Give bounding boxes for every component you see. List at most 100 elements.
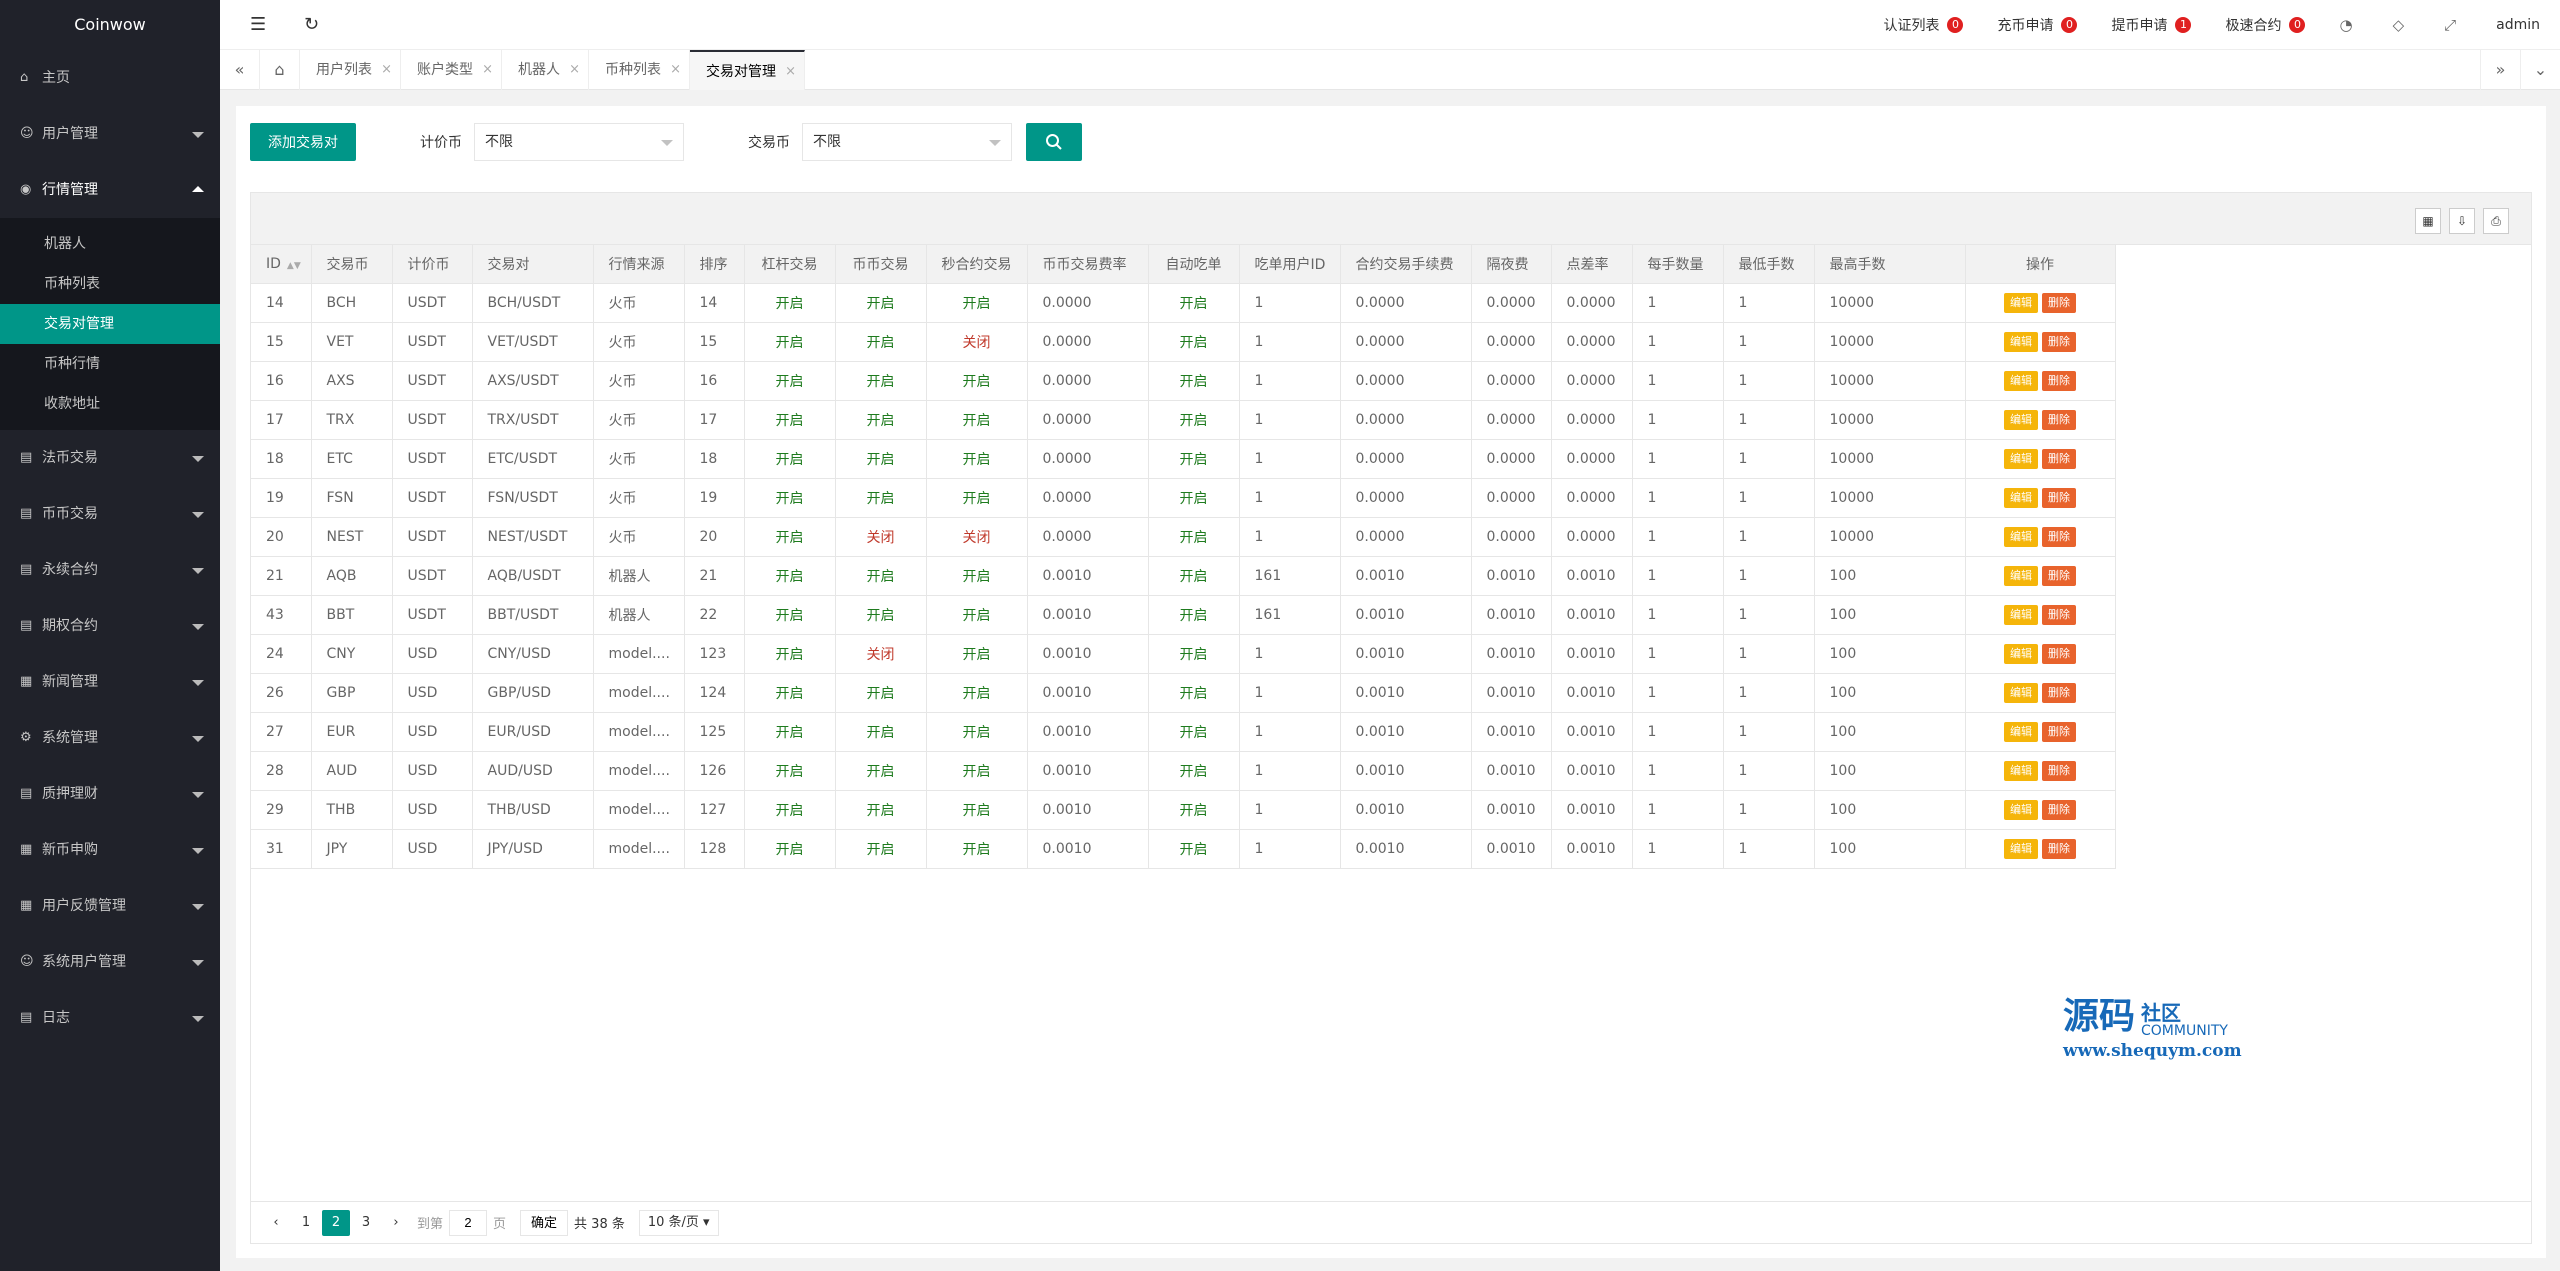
sidebar-item[interactable]: ▤ 期权合约 [0, 598, 220, 654]
columns-filter-icon[interactable]: ▦ [2415, 208, 2441, 234]
sidebar-item[interactable]: ☺ 用户管理 [0, 106, 220, 162]
edit-button[interactable]: 编辑 [2004, 409, 2038, 430]
header-link[interactable]: 极速合约 0 [2225, 15, 2306, 35]
sidebar-subitem[interactable]: 机器人 [0, 224, 220, 264]
tabs-next-icon[interactable]: » [2480, 50, 2520, 90]
table-cell: 0.0000 [1471, 517, 1552, 557]
sidebar-item[interactable]: ▤ 法币交易 [0, 430, 220, 486]
home-tab-icon[interactable]: ⌂ [260, 50, 300, 90]
edit-button[interactable]: 编辑 [2004, 682, 2038, 703]
page-number[interactable]: 1 [292, 1210, 320, 1236]
sidebar-item[interactable]: ▦ 新闻管理 [0, 654, 220, 710]
goto-confirm-button[interactable]: 确定 [520, 1209, 569, 1236]
sidebar-subitem[interactable]: 收款地址 [0, 384, 220, 424]
theme-icon[interactable]: ◔ [2339, 16, 2352, 34]
edit-button[interactable]: 编辑 [2004, 526, 2038, 547]
tab-item[interactable]: 用户列表 × [300, 50, 401, 90]
next-page-icon[interactable]: › [382, 1210, 410, 1236]
tabs-prev-icon[interactable]: « [220, 50, 260, 90]
log-icon: ▤ [20, 1010, 33, 1025]
table-cell: 1 [1723, 751, 1815, 791]
delete-button[interactable]: 删除 [2042, 370, 2076, 391]
delete-button[interactable]: 删除 [2042, 721, 2076, 742]
edit-button[interactable]: 编辑 [2004, 799, 2038, 820]
close-icon[interactable]: × [381, 50, 392, 90]
close-icon[interactable]: × [569, 50, 580, 90]
refresh-icon[interactable]: ↻ [304, 14, 319, 35]
edit-button[interactable]: 编辑 [2004, 760, 2038, 781]
delete-button[interactable]: 删除 [2042, 487, 2076, 508]
sidebar-item[interactable]: ▤ 永续合约 [0, 542, 220, 598]
delete-button[interactable]: 删除 [2042, 643, 2076, 664]
header-link-label: 认证列表 [1883, 18, 1940, 34]
edit-button[interactable]: 编辑 [2004, 565, 2038, 586]
add-pair-button[interactable]: 添加交易对 [250, 123, 356, 161]
tag-icon[interactable]: ◇ [2393, 16, 2405, 34]
edit-button[interactable]: 编辑 [2004, 487, 2038, 508]
close-icon[interactable]: × [482, 50, 493, 90]
delete-button[interactable]: 删除 [2042, 448, 2076, 469]
column-header-label: 最低手数 [1738, 256, 1795, 273]
prev-page-icon[interactable]: ‹ [262, 1210, 290, 1236]
sidebar-item[interactable]: ⚙ 系统管理 [0, 710, 220, 766]
sidebar-item[interactable]: ▤ 日志 [0, 990, 220, 1046]
tab-item[interactable]: 交易对管理 × [690, 50, 805, 90]
edit-button[interactable]: 编辑 [2004, 331, 2038, 352]
sidebar-item[interactable]: ▤ 币币交易 [0, 486, 220, 542]
sidebar-item[interactable]: ☺ 系统用户管理 [0, 934, 220, 990]
table-cell: 开启 [926, 439, 1028, 479]
edit-button[interactable]: 编辑 [2004, 604, 2038, 625]
page-number[interactable]: 2 [322, 1209, 350, 1236]
header-link[interactable]: 提币申请 1 [2111, 15, 2192, 35]
header-link[interactable]: 充币申请 0 [1997, 15, 2078, 35]
delete-button[interactable]: 删除 [2042, 526, 2076, 547]
tab-item[interactable]: 机器人 × [502, 50, 589, 90]
search-button[interactable] [1026, 123, 1082, 161]
base-currency-select[interactable]: 不限 [802, 123, 1012, 161]
edit-button[interactable]: 编辑 [2004, 292, 2038, 313]
delete-button[interactable]: 删除 [2042, 292, 2076, 313]
quote-currency-select[interactable]: 不限 [474, 123, 684, 161]
actions-cell: 编辑 删除 [1965, 634, 2116, 674]
close-icon[interactable]: × [670, 50, 681, 90]
edit-button[interactable]: 编辑 [2004, 721, 2038, 742]
sidebar-subitem[interactable]: 币种列表 [0, 264, 220, 304]
edit-button[interactable]: 编辑 [2004, 838, 2038, 859]
sidebar-item[interactable]: ⌂ 主页 [0, 50, 220, 106]
tab-item[interactable]: 币种列表 × [589, 50, 690, 90]
tab-item[interactable]: 账户类型 × [401, 50, 502, 90]
delete-button[interactable]: 删除 [2042, 409, 2076, 430]
fullscreen-icon[interactable]: ⤢ [2444, 16, 2456, 34]
per-page-select[interactable]: 10 条/页 ▾ [638, 1209, 719, 1236]
sidebar-item[interactable]: ▦ 新币申购 [0, 822, 220, 878]
delete-button[interactable]: 删除 [2042, 760, 2076, 781]
print-icon[interactable]: ⎙ [2483, 208, 2509, 234]
sidebar-item[interactable]: ▤ 质押理财 [0, 766, 220, 822]
edit-button[interactable]: 编辑 [2004, 370, 2038, 391]
table-row: 15 VET USDT VET/USDT 火币 15 开启 开启 关闭 0.0000 开启 1 0.00… [251, 322, 2116, 362]
edit-button[interactable]: 编辑 [2004, 448, 2038, 469]
page-number[interactable]: 3 [352, 1210, 380, 1236]
header-link[interactable]: 认证列表 0 [1883, 15, 1964, 35]
table-cell: CNY [311, 634, 393, 674]
user-menu[interactable]: admin [2496, 17, 2540, 33]
table-cell: 开启 [744, 439, 836, 479]
sidebar-subitem[interactable]: 交易对管理 [0, 304, 220, 344]
export-icon[interactable]: ⇩ [2449, 208, 2475, 234]
table-cell: 开启 [744, 673, 836, 713]
delete-button[interactable]: 删除 [2042, 799, 2076, 820]
delete-button[interactable]: 删除 [2042, 565, 2076, 586]
close-icon[interactable]: × [785, 52, 796, 92]
delete-button[interactable]: 删除 [2042, 838, 2076, 859]
sidebar-subitem[interactable]: 币种行情 [0, 344, 220, 384]
delete-button[interactable]: 删除 [2042, 604, 2076, 625]
tabs-menu-chevron-down-icon[interactable]: ⌄ [2520, 50, 2560, 90]
sort-icon[interactable]: ▲▼ [287, 261, 301, 271]
delete-button[interactable]: 删除 [2042, 331, 2076, 352]
edit-button[interactable]: 编辑 [2004, 643, 2038, 664]
sidebar-item[interactable]: ◉ 行情管理 [0, 162, 220, 218]
menu-toggle-icon[interactable]: ☰ [250, 14, 266, 35]
goto-page-input[interactable] [449, 1209, 488, 1236]
sidebar-item[interactable]: ▦ 用户反馈管理 [0, 878, 220, 934]
delete-button[interactable]: 删除 [2042, 682, 2076, 703]
